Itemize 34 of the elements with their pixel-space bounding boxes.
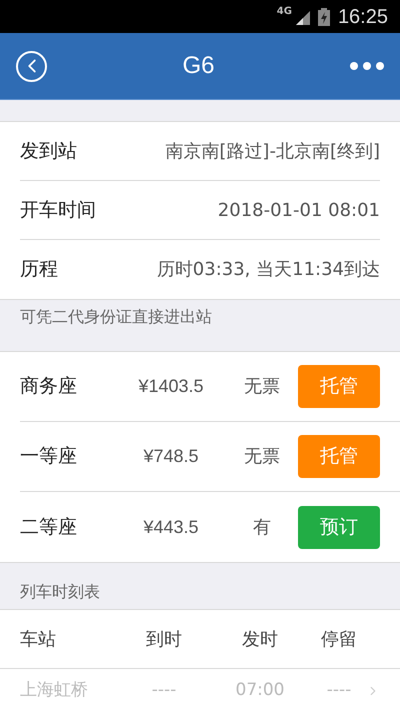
column-header: 车站 <box>20 628 57 652</box>
seat-availability: 无票 <box>243 375 281 399</box>
info-label: 历程 <box>20 257 58 282</box>
page-title: G6 <box>182 51 214 81</box>
back-button[interactable] <box>16 50 47 82</box>
table-cell-text: 07:00 <box>234 679 286 702</box>
seat-class: 一等座 <box>20 444 78 470</box>
section-title: 列车时刻表 <box>20 581 100 603</box>
seat-class: 商务座 <box>20 374 78 400</box>
column-header: 到时 <box>145 628 183 652</box>
signal-icon <box>296 8 310 24</box>
table-cell-text: ---- <box>150 679 178 702</box>
table-cell-text: 上海虹桥 <box>20 679 89 702</box>
column-header: 发时 <box>241 628 279 652</box>
info-value: 2018-01-01 08:01 <box>218 198 380 222</box>
seat-price: ¥1403.5 <box>137 375 205 398</box>
seat-availability: 有 <box>252 516 272 540</box>
id-card-note: 可凭二代身份证直接进出站 <box>20 307 212 326</box>
network-label: 4G <box>276 7 292 17</box>
info-value: 历时03:33, 当天11:34到达 <box>156 258 380 282</box>
clock-text: 16:25 <box>338 4 388 30</box>
seat-action-button[interactable]: 托管 <box>298 365 380 408</box>
info-value: 南京南[路过]-北京南[终到] <box>165 140 380 164</box>
info-label: 发到站 <box>20 138 77 164</box>
column-header: 停留 <box>320 628 358 652</box>
info-label: 开车时间 <box>20 198 96 223</box>
seat-action-button[interactable]: 托管 <box>298 435 380 478</box>
seat-price: ¥443.5 <box>142 516 200 538</box>
seat-action-button[interactable]: 预订 <box>298 506 380 548</box>
seat-class: 二等座 <box>20 514 78 540</box>
table-cell-text: ---- <box>326 679 352 702</box>
battery-icon <box>318 8 330 26</box>
seat-availability: 无票 <box>243 445 281 469</box>
seat-price: ¥748.5 <box>142 445 200 468</box>
